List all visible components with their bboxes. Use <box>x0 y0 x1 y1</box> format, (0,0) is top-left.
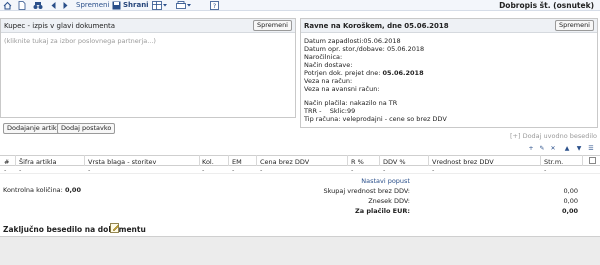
col-article-code: Šifra artikla <box>19 158 57 166</box>
table-icon[interactable] <box>152 1 168 10</box>
svg-text:?: ? <box>213 2 216 10</box>
table-cell: - <box>432 166 435 174</box>
col-price: Cena brez DDV <box>260 158 310 166</box>
table-controls: + ✎ ✕ ▲ ▼ ☰ <box>527 145 597 153</box>
discount-settings-link[interactable]: Nastavi popust <box>361 177 410 185</box>
save-icon[interactable] <box>112 1 121 10</box>
toolbar-change-button[interactable]: Spremeni <box>76 1 109 10</box>
table-cell: - <box>4 166 7 174</box>
table-cell: - <box>19 166 22 174</box>
closing-text-title: Zaključno besedilo na dokumentu <box>3 225 146 234</box>
table-cell: - <box>351 166 354 174</box>
arrow-left-icon[interactable] <box>50 1 57 10</box>
vat-amount-label: Znesek DDV: <box>368 197 410 205</box>
net-total-value: 0,00 <box>563 187 578 195</box>
edit-icon[interactable] <box>110 223 120 233</box>
closing-text-area[interactable] <box>0 236 600 265</box>
document-info-change-button[interactable]: Spremeni <box>554 20 594 31</box>
table-row: - - - - - - - - - - <box>0 166 600 174</box>
document-icon[interactable] <box>18 1 26 10</box>
buyer-panel: Kupec - izpis v glavi dokumenta Spremeni… <box>0 18 296 118</box>
buyer-panel-header: Kupec - izpis v glavi dokumenta Spremeni <box>1 19 295 33</box>
col-cost-center: Str.m. <box>544 158 564 166</box>
edit-row-icon[interactable]: ✎ <box>538 145 546 153</box>
payment-line: Tip računa: veleprodajni - cene so brez … <box>304 115 447 123</box>
payable-label: Za plačilo EUR: <box>355 207 410 215</box>
document-info-panel: Ravne na Koroškem, dne 05.06.2018 Spreme… <box>300 18 598 128</box>
table-cell: - <box>544 166 547 174</box>
table-cell: - <box>202 166 205 174</box>
info-line: Datum opr. stor./dobave: 05.06.2018 <box>304 45 425 53</box>
info-line: Potrjen dok. prejet dne: 05.06.2018 <box>304 69 424 77</box>
payment-line: TRR - Sklic:99 <box>304 107 356 115</box>
add-row-icon[interactable]: + <box>527 145 535 153</box>
arrow-right-icon[interactable] <box>62 1 69 10</box>
net-total-label: Skupaj vrednost brez DDV: <box>323 187 410 195</box>
info-line: Veza na račun: <box>304 77 353 85</box>
info-line: Veza na avansni račun: <box>304 85 380 93</box>
move-up-icon[interactable]: ▲ <box>563 145 571 153</box>
add-item-button[interactable]: Dodaj postavko <box>57 123 116 134</box>
table-cell: - <box>88 166 91 174</box>
payment-line: Način plačila: nakazilo na TR <box>304 99 398 107</box>
control-quantity: Kontrolna količina: 0,00 <box>3 186 81 194</box>
buyer-panel-title: Kupec - izpis v glavi dokumenta <box>4 22 116 30</box>
col-number: # <box>4 158 10 166</box>
payable-value: 0,00 <box>561 207 578 215</box>
print-icon[interactable] <box>176 1 192 10</box>
col-description: Vrsta blaga - storitev <box>88 158 157 166</box>
delete-row-icon[interactable]: ✕ <box>549 145 557 153</box>
table-cell: - <box>260 166 263 174</box>
columns-icon[interactable]: ☰ <box>587 145 595 153</box>
toolbar: Spremeni Shrani ? Dobropis št. (osnutek) <box>0 0 600 11</box>
col-net-value: Vrednost brez DDV <box>432 158 494 166</box>
document-info-header: Ravne na Koroškem, dne 05.06.2018 Spreme… <box>301 19 597 33</box>
select-partner-link[interactable]: (kliknite tukaj za izbor poslovnega part… <box>4 37 156 45</box>
document-title: Dobropis št. (osnutek) <box>499 1 594 10</box>
col-discount: R % <box>351 158 364 166</box>
add-intro-text-link[interactable]: [+] Dodaj uvodno besedilo <box>510 132 597 140</box>
move-down-icon[interactable]: ▼ <box>575 145 583 153</box>
info-line: Način dostave: <box>304 61 353 69</box>
table-cell: - <box>232 166 235 174</box>
table-cell: - <box>383 166 386 174</box>
save-button[interactable]: Shrani <box>123 1 149 10</box>
binoculars-icon[interactable] <box>33 1 43 10</box>
select-all-checkbox[interactable] <box>589 157 596 164</box>
buyer-change-button[interactable]: Spremeni <box>252 20 292 31</box>
document-info-title: Ravne na Koroškem, dne 05.06.2018 <box>304 22 449 30</box>
vat-amount-value: 0,00 <box>563 197 578 205</box>
col-vat: DDV % <box>383 158 406 166</box>
info-line: Naročilnica: <box>304 53 343 61</box>
help-icon[interactable]: ? <box>210 1 219 10</box>
col-unit: EM <box>232 158 242 166</box>
col-quantity: Kol. <box>202 158 214 166</box>
info-line: Datum zapadlosti:05.06.2018 <box>304 37 401 45</box>
home-icon[interactable] <box>3 1 12 10</box>
items-table-header: # Šifra artikla Vrsta blaga - storitev K… <box>0 155 600 166</box>
